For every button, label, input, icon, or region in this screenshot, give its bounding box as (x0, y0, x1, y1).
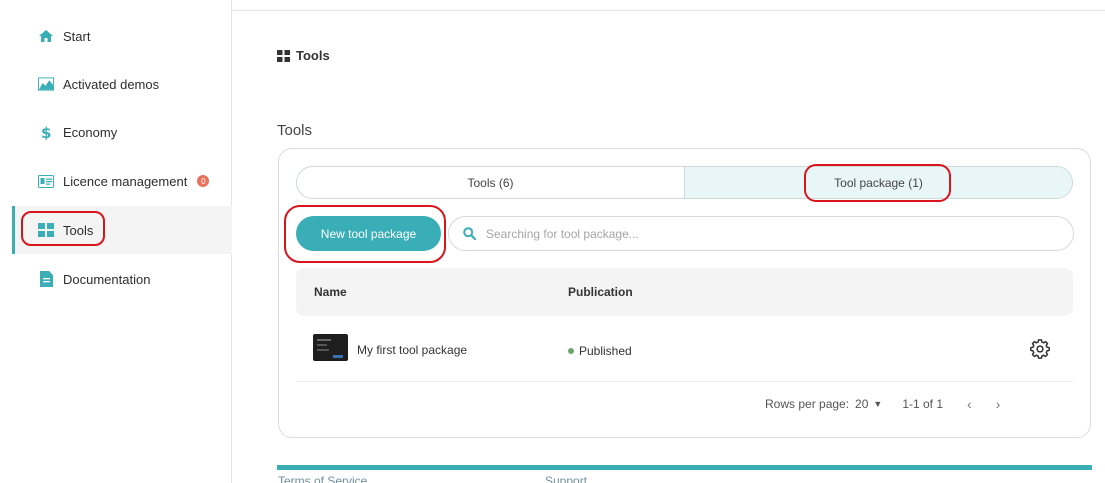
support-link[interactable]: Support (545, 474, 587, 483)
new-tool-package-button[interactable]: New tool package (296, 216, 441, 251)
chevron-left-icon[interactable]: ‹ (967, 396, 972, 412)
tools-card: Tools (6) Tool package (1) New tool pack… (278, 148, 1091, 438)
sidebar-item-label: Activated demos (63, 76, 160, 92)
sidebar-item-activated-demos[interactable]: Activated demos (12, 60, 232, 108)
sidebar-item-label: Economy (63, 124, 118, 140)
sidebar: Start Activated demos $ Economy Licence … (0, 0, 232, 483)
status-label: Published (579, 344, 632, 358)
area-chart-icon (38, 76, 54, 92)
tab-tools[interactable]: Tools (6) (297, 167, 684, 198)
notification-badge: 0 (197, 175, 210, 187)
status-dot (568, 348, 574, 354)
sidebar-item-start[interactable]: Start (12, 12, 232, 60)
home-icon (38, 28, 54, 44)
id-card-icon (38, 173, 54, 189)
section-title: Tools (277, 122, 313, 139)
document-icon (38, 271, 54, 287)
tool-package-name[interactable]: My first tool package (357, 343, 467, 357)
page-range: 1-1 of 1 (902, 397, 944, 411)
search-bar (448, 216, 1074, 251)
sidebar-item-label: Start (63, 28, 91, 44)
tab-bar: Tools (6) Tool package (1) (296, 166, 1073, 199)
footer-divider (277, 465, 1092, 470)
sidebar-item-economy[interactable]: $ Economy (12, 108, 232, 156)
sidebar-item-label: Licence management (63, 173, 188, 189)
sidebar-item-licence-management[interactable]: Licence management 0 (12, 157, 232, 205)
terms-of-service-link[interactable]: Terms of Service (278, 474, 367, 483)
search-icon (463, 227, 476, 240)
table-row[interactable]: My first tool package Published (296, 319, 1073, 382)
pagination: Rows per page: 20 ▼ 1-1 of 1 ‹ › (765, 396, 1000, 412)
rows-per-page-label: Rows per page: (765, 397, 850, 411)
publication-status: Published (568, 344, 632, 358)
svg-text:$: $ (41, 124, 51, 140)
rows-per-page-select[interactable]: 20 ▼ (855, 397, 882, 411)
tool-package-thumbnail (313, 334, 348, 361)
sidebar-item-label: Tools (63, 222, 94, 238)
chevron-right-icon[interactable]: › (996, 396, 1001, 412)
search-input[interactable] (486, 226, 1046, 241)
column-header-name[interactable]: Name (314, 285, 347, 299)
column-header-publication[interactable]: Publication (568, 285, 633, 299)
gear-icon[interactable] (1030, 339, 1050, 359)
sidebar-item-documentation[interactable]: Documentation (12, 255, 232, 303)
grid-icon (277, 49, 290, 62)
caret-down-icon: ▼ (873, 399, 883, 409)
sidebar-item-tools[interactable]: Tools (12, 206, 232, 254)
grid-icon (38, 222, 54, 238)
tab-tool-package[interactable]: Tool package (1) (684, 167, 1072, 198)
dollar-icon: $ (38, 124, 54, 140)
breadcrumb-label: Tools (296, 48, 330, 63)
breadcrumb: Tools (277, 48, 330, 63)
sidebar-item-label: Documentation (63, 271, 151, 287)
rows-per-page-value: 20 (855, 397, 869, 411)
table-header: Name Publication (296, 268, 1073, 316)
